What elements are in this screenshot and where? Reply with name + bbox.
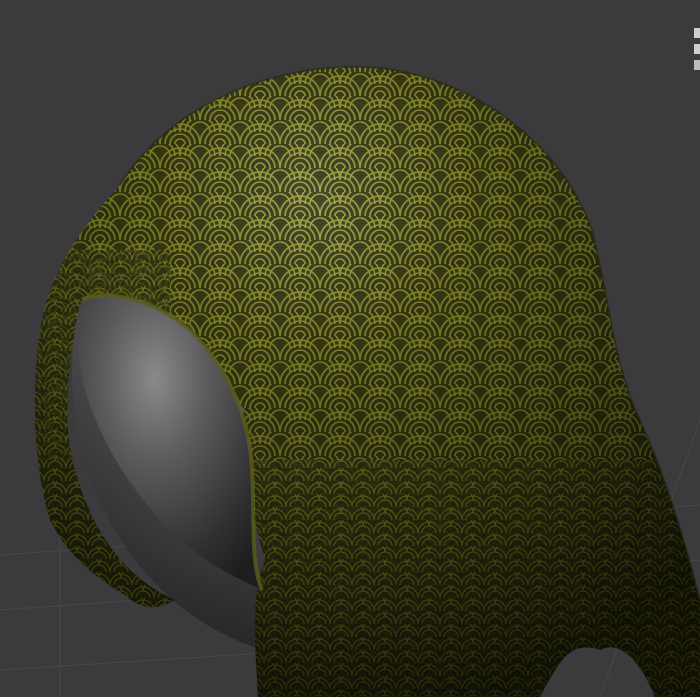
viewport-gizmo-icon[interactable] — [692, 26, 700, 82]
3d-viewport[interactable] — [0, 0, 700, 697]
scene-render — [0, 0, 700, 697]
